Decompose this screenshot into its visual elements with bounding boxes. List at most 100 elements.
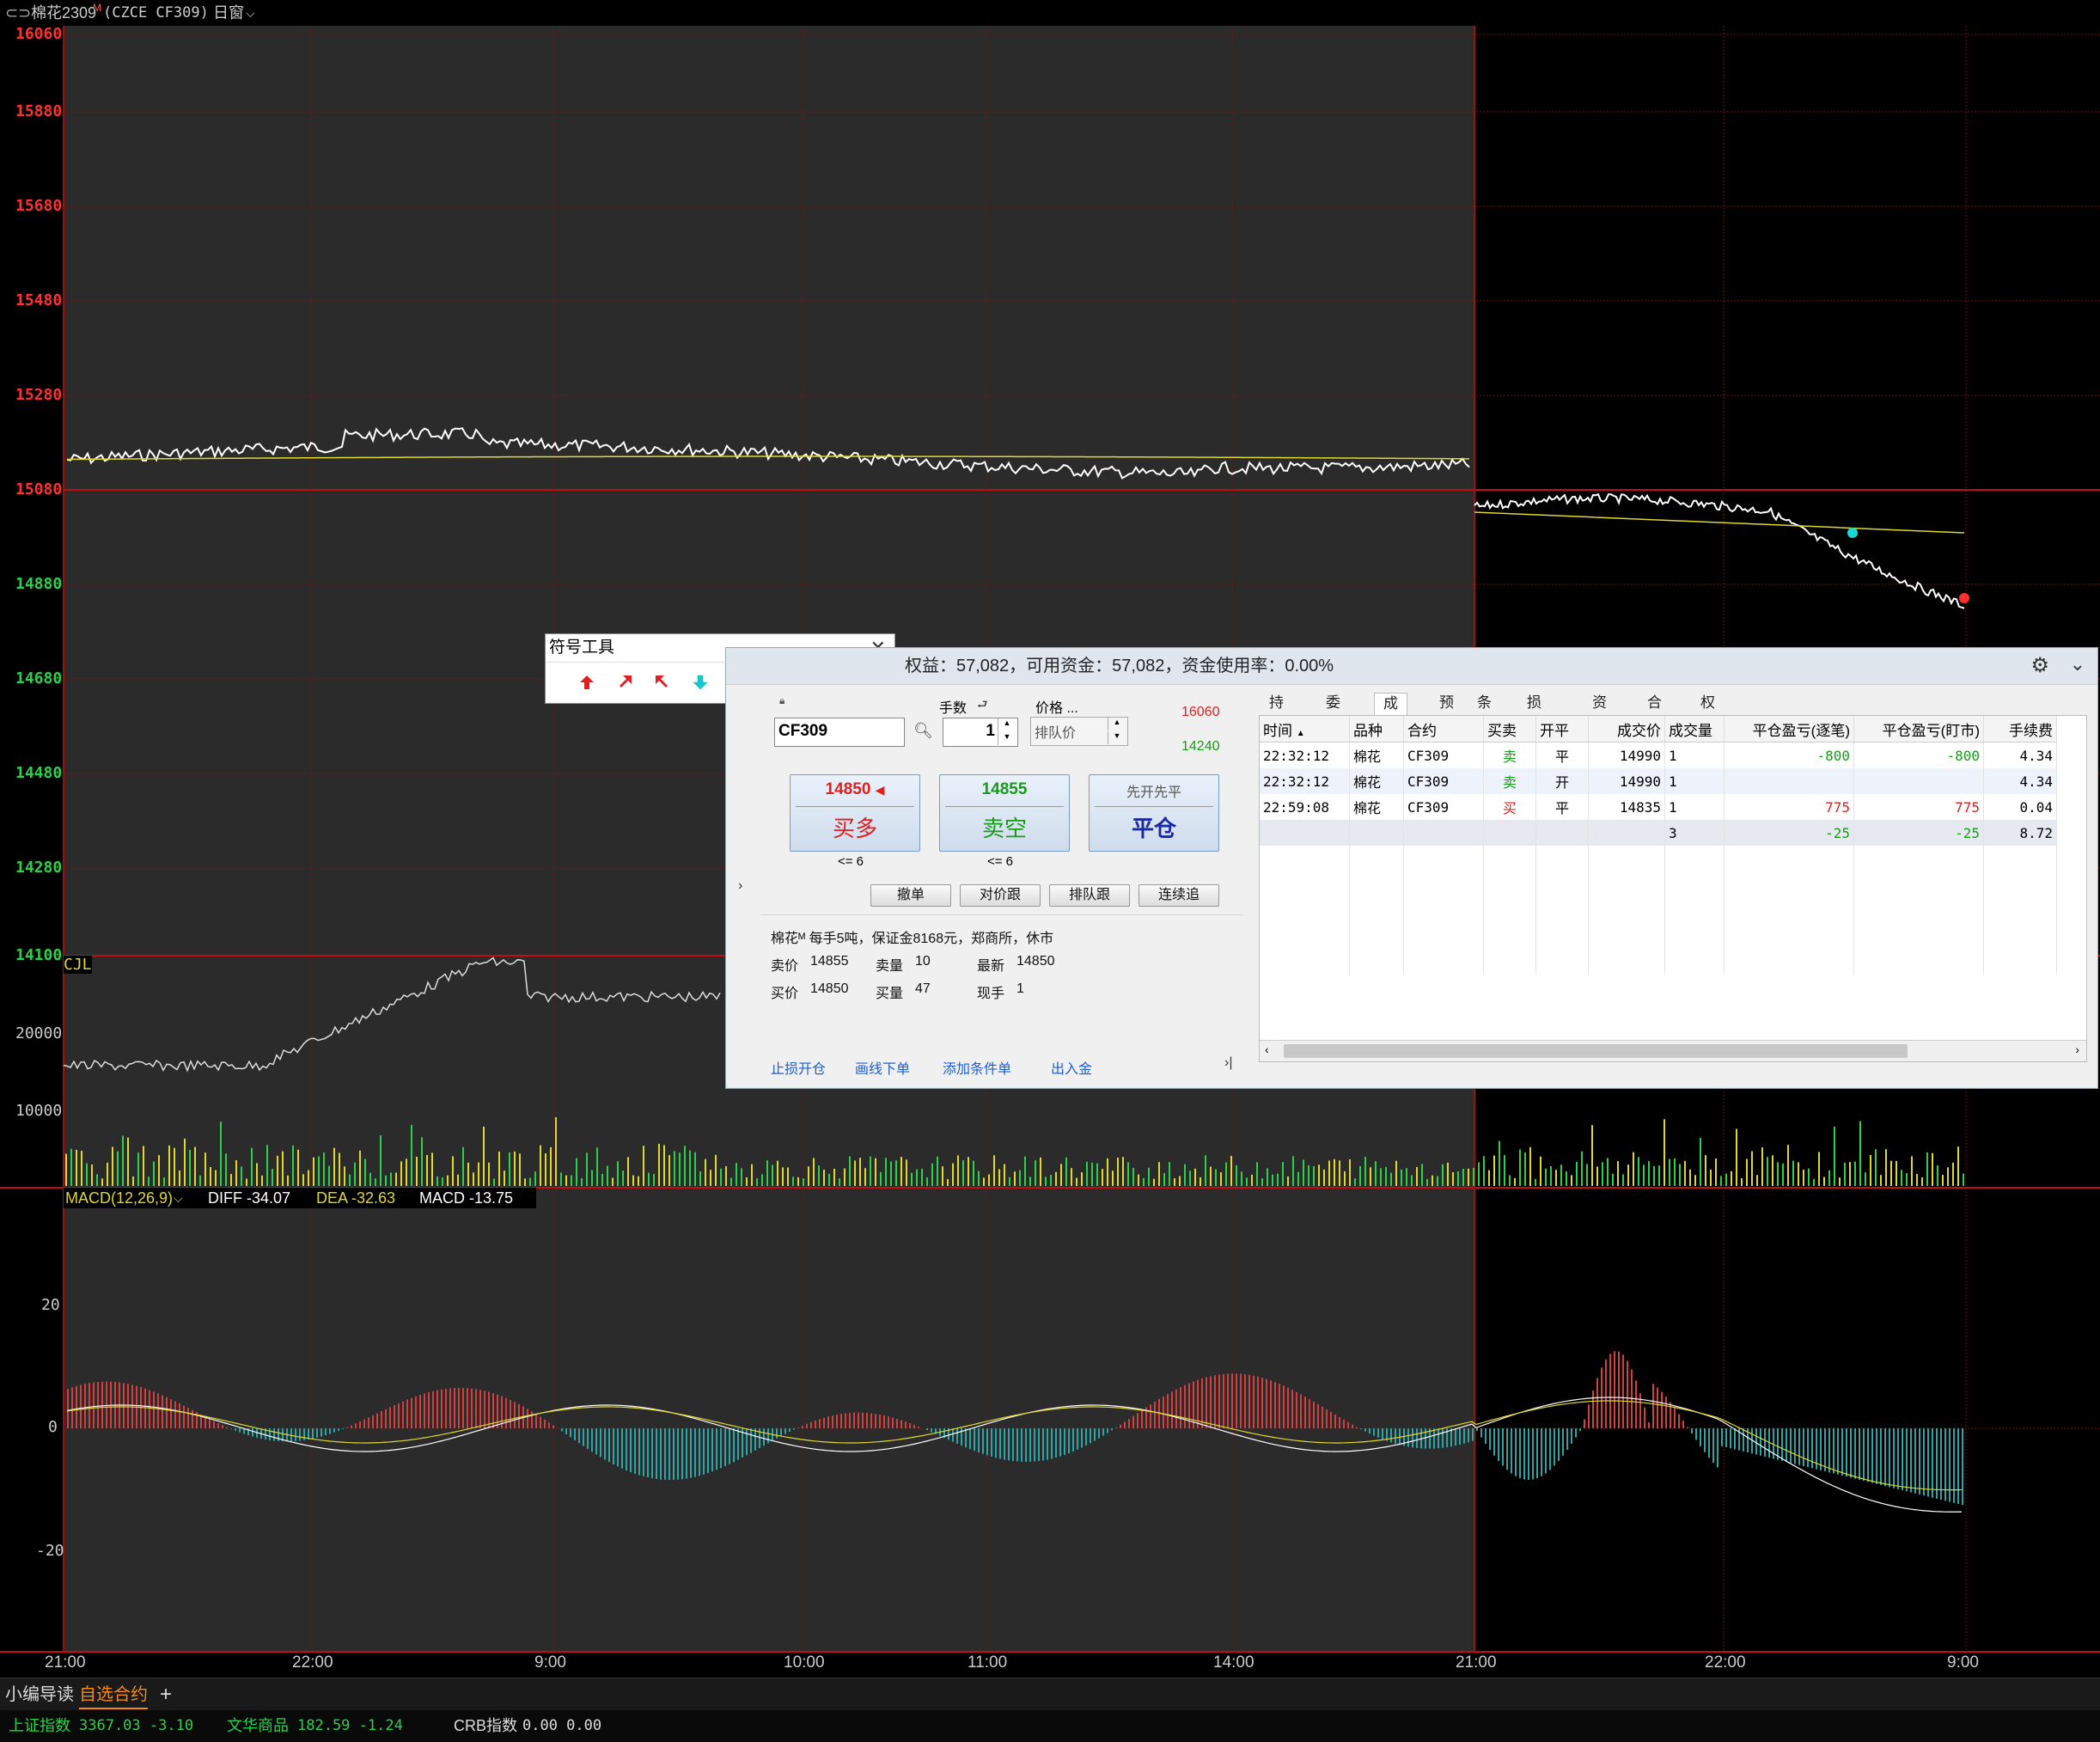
macd-bar bbox=[1519, 1428, 1521, 1479]
scrollbar-thumb[interactable] bbox=[1284, 1044, 1908, 1058]
price-up-icon[interactable]: ▲ bbox=[1108, 718, 1126, 730]
chevron-down-icon[interactable]: ⌵ bbox=[246, 0, 255, 26]
volume-bar bbox=[1452, 1171, 1454, 1186]
contract-input[interactable]: CF309 bbox=[774, 718, 905, 747]
macd-bar bbox=[660, 1428, 662, 1480]
empty-row bbox=[1260, 871, 2057, 897]
volume-bar bbox=[1395, 1160, 1397, 1186]
macd-bar bbox=[836, 1415, 838, 1428]
arrow-upright-red-icon[interactable] bbox=[616, 674, 633, 691]
search-icon[interactable]: 🔍︎ bbox=[913, 722, 933, 740]
qty-down-icon[interactable]: ▼ bbox=[998, 732, 1016, 745]
volume-bar bbox=[442, 1177, 443, 1186]
horizontal-scrollbar[interactable]: ‹ › bbox=[1260, 1040, 2086, 1061]
sell-limit: <= 6 bbox=[987, 854, 1014, 869]
price-label[interactable]: 价格 ... bbox=[1035, 696, 1078, 717]
buy-long-button[interactable]: 14850 ◀ 买多 bbox=[790, 774, 920, 852]
macd-bar bbox=[1360, 1428, 1362, 1430]
volume-bar bbox=[1566, 1171, 1567, 1186]
account-summary: 权益：57,082，可用资金：57,082，资金使用率：0.00% bbox=[905, 657, 1334, 675]
qty-up-icon[interactable]: ▲ bbox=[998, 718, 1016, 731]
volume-bar bbox=[782, 1167, 784, 1186]
volume-bar bbox=[1648, 1161, 1650, 1186]
volume-bar bbox=[1694, 1175, 1696, 1186]
volume-bar bbox=[1617, 1161, 1619, 1186]
col-qty[interactable]: 成交量 bbox=[1664, 716, 1725, 743]
cancel-order-button[interactable]: 撤单 bbox=[870, 884, 951, 907]
stop-loss-open-link[interactable]: 止损开仓 bbox=[771, 1057, 826, 1078]
funds-transfer-link[interactable]: 出入金 bbox=[1051, 1057, 1092, 1078]
qty-options-icon[interactable]: ⮐ bbox=[977, 695, 988, 716]
sell-short-button[interactable]: 14855 卖空 bbox=[939, 774, 1070, 852]
price-tick: 14100 bbox=[15, 946, 63, 964]
volume-bar bbox=[746, 1177, 748, 1186]
col-pnl-mark[interactable]: 平仓盈亏(盯市) bbox=[1853, 716, 1984, 743]
volume-bar bbox=[349, 1174, 351, 1186]
col-fee[interactable]: 手续费 bbox=[1983, 716, 2057, 743]
sh-index-label[interactable]: 上证指数 bbox=[9, 1710, 70, 1742]
volume-bar bbox=[1705, 1155, 1706, 1186]
table-row[interactable]: 3 -25 -25 8.72 bbox=[1260, 820, 2057, 846]
volume-bar bbox=[122, 1135, 124, 1186]
gear-icon[interactable]: ⚙ bbox=[2030, 653, 2049, 678]
table-cell: 卖 bbox=[1483, 768, 1536, 794]
expand-right-icon[interactable]: ›| bbox=[1224, 1055, 1232, 1071]
qty-stepper[interactable]: 1 ▲ ▼ bbox=[943, 718, 1018, 747]
macd-bar bbox=[149, 1390, 150, 1428]
macd-bar bbox=[1743, 1428, 1744, 1452]
tab-watchlist[interactable]: 自选合约 bbox=[79, 1678, 148, 1709]
price-down-icon[interactable]: ▼ bbox=[1108, 731, 1126, 744]
col-contract[interactable]: 合约 bbox=[1403, 716, 1484, 743]
volume-bar bbox=[1901, 1170, 1902, 1186]
col-pnl-trade[interactable]: 平仓盈亏(逐笔) bbox=[1724, 716, 1854, 743]
table-row[interactable]: 22:32:12 棉花 CF309 卖开 14990 1 4.34 bbox=[1260, 768, 2057, 794]
macd-bar bbox=[754, 1428, 756, 1451]
macd-bar bbox=[1137, 1413, 1139, 1428]
continuous-chase-button[interactable]: 连续追 bbox=[1139, 884, 1219, 907]
tab-editor-guide[interactable]: 小编导读 bbox=[5, 1678, 74, 1711]
expand-left-icon[interactable]: › bbox=[738, 878, 742, 894]
macd-bar bbox=[449, 1388, 451, 1428]
macd-bar bbox=[690, 1428, 692, 1478]
volume-bar bbox=[1643, 1164, 1645, 1186]
close-position-button[interactable]: 先开先平 平仓 bbox=[1089, 774, 1219, 852]
chart-type-icon[interactable]: ⊂⊃ bbox=[5, 0, 31, 26]
macd-bar bbox=[905, 1421, 907, 1428]
volume-bar bbox=[498, 1152, 500, 1186]
crb-index-label[interactable]: CRB指数 bbox=[454, 1710, 517, 1742]
volume-bar bbox=[210, 1166, 211, 1186]
col-product[interactable]: 品种 bbox=[1349, 716, 1404, 743]
add-tab-icon[interactable]: + bbox=[160, 1678, 172, 1711]
trade-panel[interactable]: 权益：57,082，可用资金：57,082，资金使用率：0.00% ⚙ ⌄ › … bbox=[725, 647, 2098, 1089]
macd-bar bbox=[273, 1428, 275, 1441]
counter-price-follow-button[interactable]: 对价跟 bbox=[960, 884, 1041, 907]
macd-bar bbox=[797, 1427, 799, 1428]
volume-bar bbox=[916, 1169, 918, 1186]
scroll-left-icon[interactable]: ‹ bbox=[1265, 1042, 1269, 1056]
col-open-close[interactable]: 开平 bbox=[1535, 716, 1589, 743]
macd-bar bbox=[1463, 1428, 1465, 1444]
queue-follow-button[interactable]: 排队跟 bbox=[1049, 884, 1130, 907]
macd-bar bbox=[406, 1399, 408, 1428]
period-selector[interactable]: 日窗 bbox=[213, 0, 244, 26]
arrow-down-cyan-icon[interactable] bbox=[692, 674, 709, 691]
collapse-icon[interactable]: ⌄ bbox=[2070, 653, 2085, 675]
arrow-up-red-icon[interactable] bbox=[578, 674, 595, 691]
macd-indicator-label[interactable]: MACD(12,26,9) bbox=[65, 1188, 173, 1208]
lock-icon[interactable]: 🔒︎ bbox=[779, 694, 784, 707]
table-row[interactable]: 22:59:08 棉花 CF309 买平 14835 1 775 775 0.04 bbox=[1260, 794, 2057, 820]
macd-bar bbox=[707, 1428, 709, 1474]
col-time[interactable]: 时间 ▲ bbox=[1260, 716, 1350, 743]
col-price[interactable]: 成交价 bbox=[1588, 716, 1665, 743]
add-conditional-order-link[interactable]: 添加条件单 bbox=[943, 1057, 1011, 1078]
table-row[interactable]: 22:32:12 棉花 CF309 卖平 14990 1 -800 -800 4.34 bbox=[1260, 742, 2057, 768]
scroll-right-icon[interactable]: › bbox=[2075, 1042, 2079, 1056]
wh-index-label[interactable]: 文华商品 bbox=[227, 1710, 289, 1742]
line-order-link[interactable]: 画线下单 bbox=[855, 1057, 910, 1078]
table-cell: CF309 bbox=[1403, 794, 1484, 820]
col-side[interactable]: 买卖 bbox=[1483, 716, 1536, 743]
price-input[interactable]: 排队价 ▲ ▼ bbox=[1030, 717, 1128, 746]
fills-table[interactable]: 时间 ▲ 品种 合约 买卖 开平 成交价 成交量 平仓盈亏(逐笔) 平仓盈亏(盯… bbox=[1259, 715, 2087, 1062]
arrow-upleft-red-icon[interactable] bbox=[654, 674, 671, 691]
chevron-down-icon[interactable]: ⌵ bbox=[174, 1188, 183, 1208]
